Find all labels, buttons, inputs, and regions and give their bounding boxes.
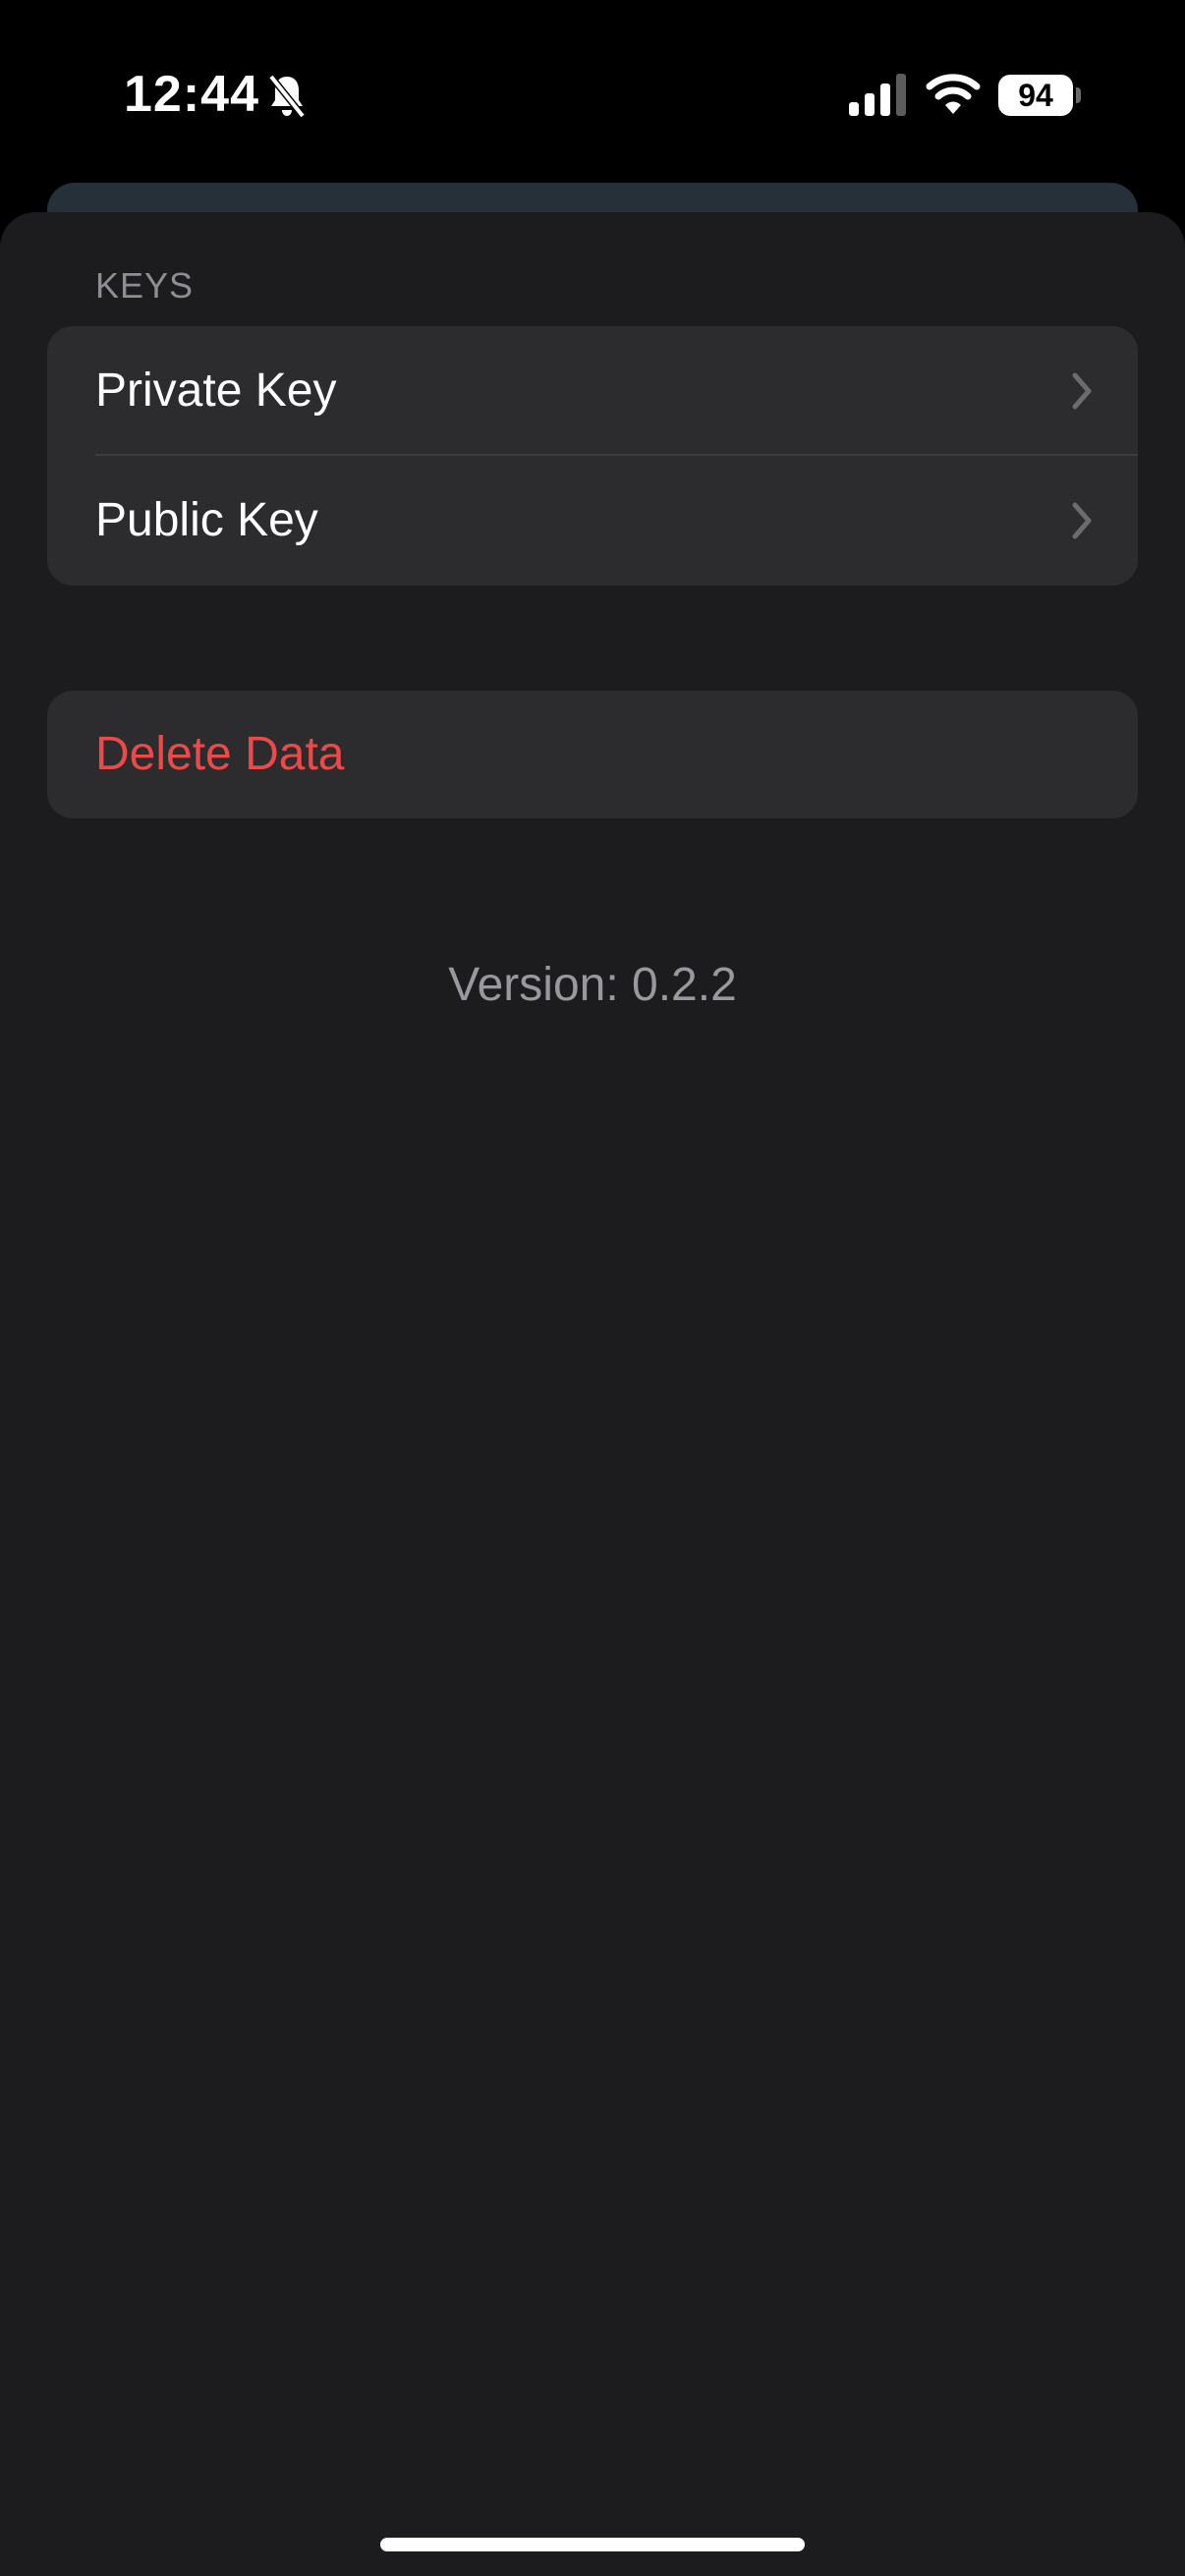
private-key-row[interactable]: Private Key <box>47 326 1138 456</box>
cellular-signal-icon <box>849 74 906 116</box>
version-label: Version: 0.2.2 <box>448 959 737 1011</box>
chevron-right-icon <box>1072 502 1092 539</box>
public-key-label: Public Key <box>95 494 318 546</box>
battery-tip <box>1076 87 1081 103</box>
status-bar: 12:44 94 <box>0 0 1185 187</box>
danger-group: Delete Data <box>47 691 1138 818</box>
chevron-right-icon <box>1072 372 1092 410</box>
private-key-label: Private Key <box>95 364 337 417</box>
bell-slash-icon <box>268 74 306 119</box>
battery-level: 94 <box>1018 78 1053 113</box>
delete-data-label: Delete Data <box>95 728 345 780</box>
delete-data-button[interactable]: Delete Data <box>47 691 1138 818</box>
status-time: 12:44 <box>124 66 259 123</box>
battery-icon: 94 <box>998 75 1081 116</box>
public-key-row[interactable]: Public Key <box>47 456 1138 586</box>
home-indicator[interactable] <box>380 2538 805 2551</box>
wifi-icon <box>926 74 981 114</box>
keys-group: Private Key Public Key <box>47 326 1138 586</box>
keys-section-header: KEYS <box>95 265 195 306</box>
